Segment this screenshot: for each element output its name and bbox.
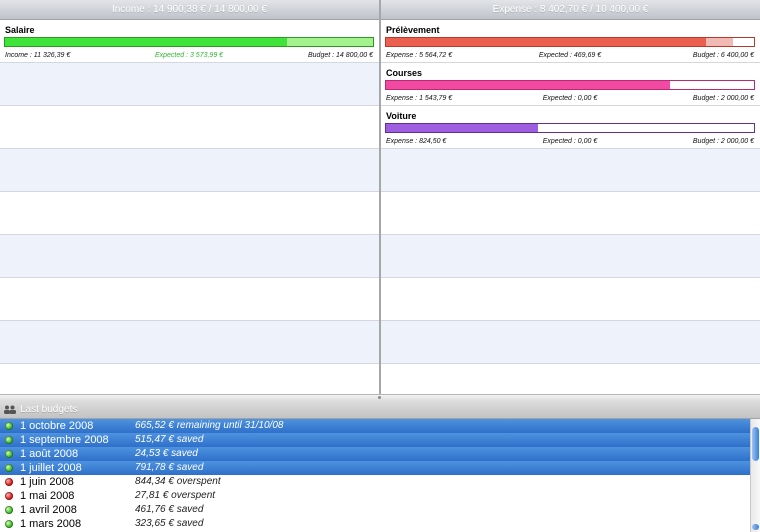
budget-status: 515,47 € saved (135, 434, 204, 445)
list-scrollbar[interactable] (750, 419, 760, 532)
progress-expected (286, 38, 373, 46)
scrollbar-arrow[interactable] (752, 524, 759, 530)
category-budget: Budget : 14 800,00 € (308, 52, 373, 59)
split-grip-icon (378, 396, 381, 399)
progress-fill (386, 124, 538, 132)
budget-item[interactable]: 1 août 2008 24,53 € saved (0, 447, 750, 461)
status-green-icon (5, 464, 13, 472)
progress-fill (386, 81, 671, 89)
budget-item[interactable]: 1 mars 2008 323,65 € saved (0, 517, 750, 531)
category-budget: Budget : 6 400,00 € (692, 52, 754, 59)
empty-row (0, 106, 379, 149)
income-panel: Income : 14 900,38 € / 14 800,00 € Salai… (0, 0, 379, 394)
people-icon (4, 405, 16, 414)
category-budget: Budget : 2 000,00 € (692, 95, 754, 102)
expense-header: Expense : 8 402,70 € / 10 400,00 € (381, 0, 760, 20)
budget-item[interactable]: 1 mai 2008 27,81 € overspent (0, 489, 750, 503)
category-progress-bar (385, 123, 755, 133)
last-budgets-header: Last budgets (0, 401, 760, 419)
income-header: Income : 14 900,38 € / 14 800,00 € (0, 0, 379, 20)
empty-row (0, 364, 379, 394)
budget-status: 24,53 € saved (135, 448, 198, 459)
budget-item[interactable]: 1 septembre 2008 515,47 € saved (0, 433, 750, 447)
empty-row (381, 364, 760, 394)
empty-row (381, 321, 760, 364)
budget-status: 323,65 € saved (135, 518, 204, 529)
budget-date: 1 juin 2008 (20, 476, 74, 488)
budget-date: 1 septembre 2008 (20, 434, 109, 446)
category-row[interactable]: Prélèvement Expense : 5 564,72 € Expected … (381, 20, 760, 63)
progress-expected (706, 38, 734, 46)
empty-row (0, 321, 379, 364)
empty-row (381, 278, 760, 321)
split-view-handle[interactable] (0, 394, 760, 401)
category-row[interactable]: Courses Expense : 1 543,79 € Expected : 0,… (381, 63, 760, 106)
empty-row (0, 192, 379, 235)
empty-row (0, 235, 379, 278)
category-name: Voiture (386, 111, 417, 121)
budget-date: 1 août 2008 (20, 448, 79, 460)
budget-status: 791,78 € saved (135, 462, 204, 473)
category-progress-bar (385, 37, 755, 47)
budget-item[interactable]: 1 juin 2008 844,34 € overspent (0, 475, 750, 489)
budget-date: 1 octobre 2008 (20, 420, 94, 432)
category-progress-bar (4, 37, 374, 47)
empty-row (0, 149, 379, 192)
budget-status: 844,34 € overspent (135, 476, 221, 487)
budget-status: 27,81 € overspent (135, 490, 216, 501)
status-green-icon (5, 422, 13, 430)
budget-item[interactable]: 1 avril 2008 461,76 € saved (0, 503, 750, 517)
budget-date: 1 mars 2008 (20, 518, 82, 530)
progress-fill (386, 38, 707, 46)
scrollbar-thumb[interactable] (752, 427, 759, 461)
status-green-icon (5, 520, 13, 528)
status-red-icon (5, 492, 13, 500)
last-budgets-title: Last budgets (20, 404, 78, 415)
category-name: Courses (386, 68, 423, 78)
empty-row (381, 149, 760, 192)
status-red-icon (5, 478, 13, 486)
category-name: Prélèvement (386, 25, 440, 35)
empty-row (381, 192, 760, 235)
status-green-icon (5, 436, 13, 444)
budget-item[interactable]: 1 octobre 2008 665,52 € remaining until 3… (0, 419, 750, 433)
budget-status: 665,52 € remaining until 31/10/08 (135, 420, 284, 431)
empty-row (0, 278, 379, 321)
budget-date: 1 avril 2008 (20, 504, 77, 516)
empty-row (381, 235, 760, 278)
category-name: Salaire (5, 25, 35, 35)
status-green-icon (5, 450, 13, 458)
income-empty-rows (0, 63, 379, 394)
budget-date: 1 juillet 2008 (20, 462, 82, 474)
budget-status: 461,76 € saved (135, 504, 204, 515)
category-progress-bar (385, 80, 755, 90)
budget-item[interactable]: 1 juillet 2008 791,78 € saved (0, 461, 750, 475)
empty-row (0, 63, 379, 106)
progress-fill (5, 38, 287, 46)
expense-panel: Expense : 8 402,70 € / 10 400,00 € Prélè… (381, 0, 760, 394)
category-row[interactable]: Voiture Expense : 824,50 € Expected : 0,00… (381, 106, 760, 149)
income-category-list: Salaire Income : 11 326,39 € Expected : 3 … (0, 20, 379, 63)
category-row[interactable]: Salaire Income : 11 326,39 € Expected : 3 … (0, 20, 379, 63)
last-budgets-list[interactable]: 1 octobre 2008 665,52 € remaining until 3… (0, 419, 750, 532)
status-green-icon (5, 506, 13, 514)
budget-date: 1 mai 2008 (20, 490, 75, 502)
expense-empty-rows (381, 149, 760, 394)
category-budget: Budget : 2 000,00 € (692, 138, 754, 145)
expense-category-list: Prélèvement Expense : 5 564,72 € Expected … (381, 20, 760, 149)
